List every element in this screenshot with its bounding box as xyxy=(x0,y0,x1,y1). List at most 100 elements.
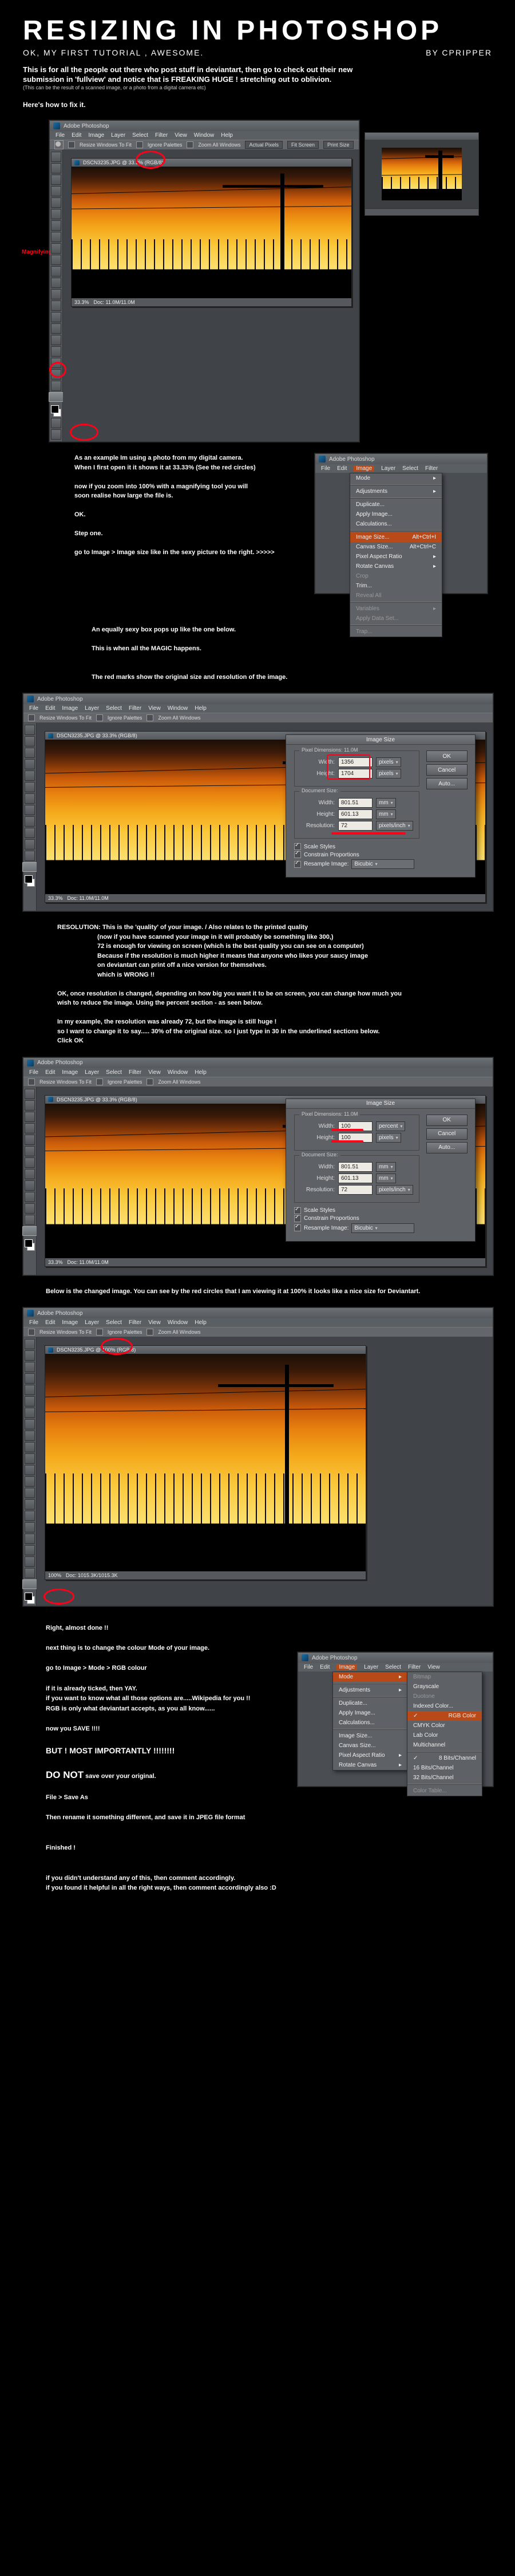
quickmask-icon[interactable] xyxy=(51,418,61,428)
ignore-palettes-checkbox[interactable] xyxy=(136,141,143,148)
tool-stamp[interactable] xyxy=(51,243,61,254)
menu-layer[interactable]: Layer xyxy=(111,132,125,139)
mode-16bit[interactable]: 16 Bits/Channel xyxy=(407,1763,482,1773)
height-pct-select[interactable]: pixels▾ xyxy=(376,1133,401,1143)
menu-help[interactable]: Help xyxy=(221,132,233,139)
m[interactable]: Layer xyxy=(85,1319,99,1326)
m[interactable]: File xyxy=(304,1664,313,1670)
image-menu-dropdown[interactable]: Mode▸ Adjustments▸ Duplicate... Apply Im… xyxy=(350,473,442,637)
m[interactable]: Edit xyxy=(320,1664,330,1670)
m[interactable]: Layer xyxy=(364,1664,378,1670)
mi-image-size[interactable]: Image Size...Alt+Ctrl+I xyxy=(350,532,442,542)
tool-type[interactable] xyxy=(51,323,61,334)
menu-image-open-2[interactable]: Image xyxy=(336,1664,357,1670)
resize-windows-checkbox[interactable] xyxy=(68,141,75,148)
mi-mode-hover[interactable]: Mode▸ xyxy=(333,1672,407,1682)
menu-edit-2[interactable]: Edit xyxy=(337,465,347,472)
m[interactable]: View xyxy=(148,1319,161,1326)
tool-dodge[interactable] xyxy=(51,301,61,311)
tool-move[interactable] xyxy=(51,152,61,162)
tool-history[interactable] xyxy=(51,255,61,265)
m[interactable]: File xyxy=(29,1069,38,1076)
menu-select[interactable]: Select xyxy=(132,132,148,139)
resolution-unit-select[interactable]: pixels/inch▾ xyxy=(376,821,413,831)
menu-view[interactable]: View xyxy=(175,132,187,139)
color-swatches[interactable] xyxy=(51,405,61,417)
tool-crop[interactable] xyxy=(51,197,61,208)
scale-styles-checkbox[interactable] xyxy=(294,843,301,850)
m[interactable]: Layer xyxy=(85,1069,99,1076)
m[interactable]: Help xyxy=(195,1069,207,1076)
m[interactable]: Edit xyxy=(45,1069,55,1076)
constrain-checkbox[interactable] xyxy=(294,851,301,858)
tool-zoom[interactable] xyxy=(49,392,64,402)
m[interactable]: View xyxy=(148,705,161,712)
m[interactable]: View xyxy=(148,1069,161,1076)
fit-screen-button[interactable]: Fit Screen xyxy=(287,141,319,149)
mode-multichannel[interactable]: Multichannel xyxy=(407,1740,482,1750)
tool-notes[interactable] xyxy=(51,358,61,368)
tool-slice[interactable] xyxy=(51,209,61,219)
m[interactable]: Image xyxy=(62,1319,78,1326)
m[interactable]: Filter xyxy=(129,1319,141,1326)
i[interactable]: 72 xyxy=(338,1185,373,1195)
m[interactable]: Select xyxy=(385,1664,401,1670)
menu-file[interactable]: File xyxy=(56,132,65,139)
m[interactable]: Image xyxy=(62,1069,78,1076)
cancel-button-2[interactable]: Cancel xyxy=(426,1128,468,1140)
menu-edit[interactable]: Edit xyxy=(72,132,81,139)
tool-hand[interactable] xyxy=(51,381,61,391)
tool-wand[interactable] xyxy=(51,186,61,196)
m[interactable]: Filter xyxy=(129,705,141,712)
resample-select-2[interactable]: Bicubic▾ xyxy=(351,1223,414,1233)
image-menu-2[interactable]: Mode▸ Adjustments▸ Duplicate... Apply Im… xyxy=(332,1672,408,1771)
tool-brush[interactable] xyxy=(51,232,61,242)
mi-trim[interactable]: Trim... xyxy=(350,581,442,591)
mode-cmyk[interactable]: CMYK Color xyxy=(407,1721,482,1730)
tool-gradient[interactable] xyxy=(51,278,61,288)
m[interactable]: Select xyxy=(106,1069,122,1076)
height-mm-select[interactable]: mm▾ xyxy=(376,809,396,819)
tool-blur[interactable] xyxy=(51,289,61,299)
ok-button[interactable]: OK xyxy=(426,750,468,762)
zoom-all-checkbox[interactable] xyxy=(187,141,193,148)
tool-eraser[interactable] xyxy=(51,266,61,276)
image-size-dialog-2[interactable]: Image Size Pixel Dimensions: 11.0M Width… xyxy=(286,1099,476,1242)
mi-apply-image[interactable]: Apply Image... xyxy=(350,509,442,519)
menu-filter[interactable]: Filter xyxy=(155,132,168,139)
m[interactable]: Filter xyxy=(408,1664,421,1670)
i[interactable]: 601.13 xyxy=(338,1174,373,1183)
menu-filter-2[interactable]: Filter xyxy=(425,465,438,472)
resolution-input[interactable]: 72 xyxy=(338,821,373,831)
m[interactable]: File xyxy=(29,705,38,712)
mi-mode[interactable]: Mode▸ xyxy=(350,473,442,483)
s[interactable]: mm▾ xyxy=(376,1174,396,1183)
menu-image[interactable]: Image xyxy=(88,132,104,139)
m[interactable]: Window xyxy=(168,705,188,712)
m[interactable]: Window xyxy=(168,1319,188,1326)
m[interactable]: Edit xyxy=(45,1319,55,1326)
width-mm-input[interactable]: 801.51 xyxy=(338,798,373,808)
m[interactable]: Image xyxy=(62,705,78,712)
tool-shape[interactable] xyxy=(51,346,61,357)
mi-adjustments[interactable]: Adjustments▸ xyxy=(350,487,442,496)
tool-eyedrop[interactable] xyxy=(51,369,61,380)
m[interactable]: Select xyxy=(106,705,122,712)
width-unit-select[interactable]: pixels▾ xyxy=(376,757,401,767)
mi-rotate-canvas[interactable]: Rotate Canvas▸ xyxy=(350,562,442,571)
tool-heal[interactable] xyxy=(51,220,61,231)
m[interactable]: Help xyxy=(195,705,207,712)
width-pct-select[interactable]: percent▾ xyxy=(376,1121,405,1131)
mi-duplicate[interactable]: Duplicate... xyxy=(350,500,442,509)
tool-lasso[interactable] xyxy=(51,175,61,185)
actual-pixels-button[interactable]: Actual Pixels xyxy=(245,141,283,149)
image-size-dialog[interactable]: Image Size Pixel Dimensions: 11.0M Width… xyxy=(286,734,476,878)
resample-checkbox[interactable] xyxy=(294,861,301,868)
m[interactable]: Select xyxy=(106,1319,122,1326)
mi-canvas-size[interactable]: Canvas Size...Alt+Ctrl+C xyxy=(350,542,442,552)
mode-rgb[interactable]: ✓ RGB Color xyxy=(407,1711,482,1721)
menu-layer-2[interactable]: Layer xyxy=(381,465,395,472)
auto-button[interactable]: Auto... xyxy=(426,778,468,789)
menubar[interactable]: File Edit Image Layer Select Filter View… xyxy=(50,131,359,140)
toolbox[interactable] xyxy=(50,150,63,441)
